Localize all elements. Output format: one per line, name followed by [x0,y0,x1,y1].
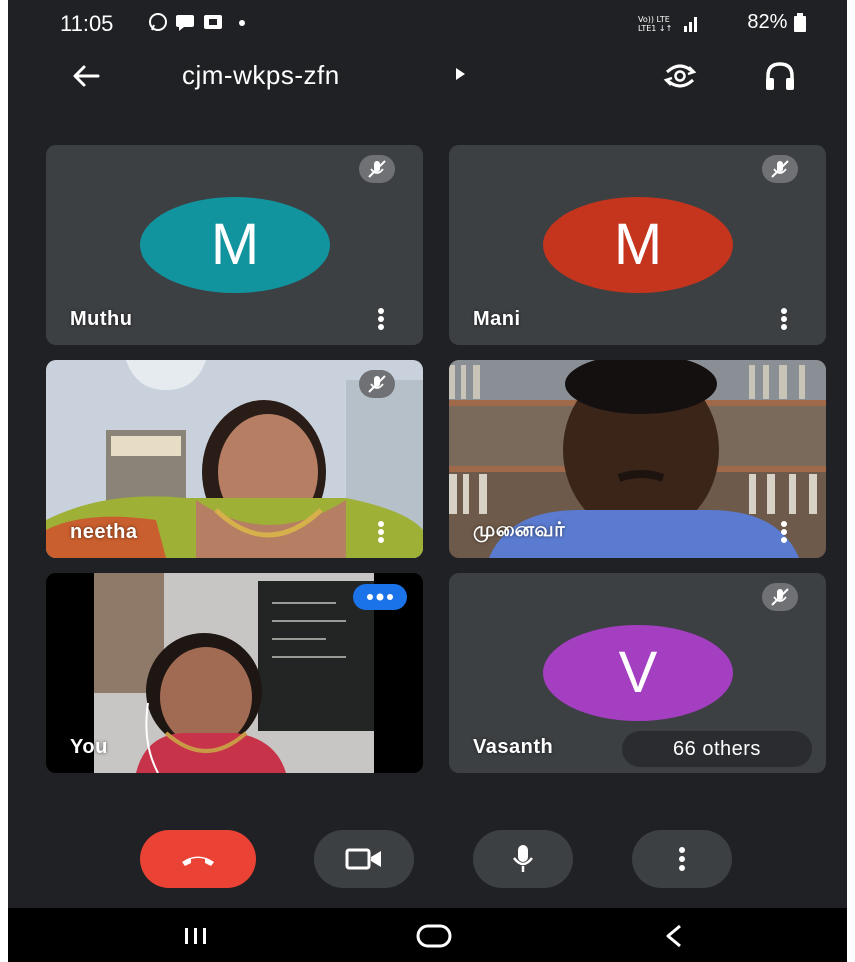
media-icon [204,15,222,29]
participant-tile-you[interactable]: You [46,573,423,773]
participant-name: neetha [70,521,138,543]
participant-name: Muthu [70,308,133,330]
avatar: V [543,625,733,721]
avatar: M [140,197,330,293]
svg-text:LTE1 ↓↑: LTE1 ↓↑ [638,24,672,33]
muted-mic-icon [762,583,798,611]
recent-apps-icon[interactable] [176,924,216,948]
meeting-code[interactable]: cjm-wkps-zfn [182,60,340,91]
participant-tile-munaivar[interactable]: முனைவர் [449,360,826,558]
headphones-icon[interactable] [758,54,802,98]
dot-icon [239,20,245,26]
participant-name: You [70,736,108,758]
more-vert-icon[interactable] [373,520,389,544]
more-options-button[interactable] [632,830,732,888]
participant-tile-mani[interactable]: M Mani [449,145,826,345]
back-icon[interactable] [660,922,690,950]
whatsapp-icon [149,13,167,31]
android-nav-bar [8,908,847,962]
flip-camera-icon[interactable] [658,54,702,98]
more-vert-icon[interactable] [373,307,389,331]
meeting-header: cjm-wkps-zfn [8,48,847,104]
more-vert-icon [679,847,685,871]
notification-icons [148,11,268,38]
more-vert-icon[interactable] [776,520,792,544]
participant-tile-muthu[interactable]: M Muthu [46,145,423,345]
participant-name: Vasanth [473,736,554,758]
meeting-info-caret-icon[interactable] [456,68,465,80]
end-call-icon [182,856,214,866]
svg-text:Vo)) LTE: Vo)) LTE [638,15,670,24]
participant-name: Mani [473,308,521,330]
camera-toggle-button[interactable] [314,830,414,888]
back-arrow-icon[interactable] [64,54,108,98]
battery-percent: 82% [747,11,788,33]
status-bar: 11:05 Vo)) LTE LTE1 ↓↑ 82% [8,0,847,44]
status-time: 11:05 [60,11,114,36]
signal-icon [683,16,697,32]
microphone-toggle-button[interactable] [473,830,573,888]
muted-mic-icon [359,155,395,183]
status-right: Vo)) LTE LTE1 ↓↑ 82% [638,11,807,34]
others-count-chip[interactable]: 66 others [622,731,812,767]
muted-mic-icon [359,370,395,398]
home-icon[interactable] [414,922,454,950]
call-controls [8,830,847,900]
lte-icon: Vo)) LTELTE1 ↓↑ [638,15,672,33]
participant-tile-neetha[interactable]: neetha [46,360,423,558]
end-call-button[interactable] [140,830,256,888]
microphone-icon [513,845,533,872]
camera-icon [345,848,381,870]
message-icon [176,15,194,31]
participant-name: முனைவர் [473,519,566,541]
meet-screen: 11:05 Vo)) LTELTE1 ↓↑ 82% cjm-wkps-zfn [8,0,847,962]
battery-icon [794,12,806,32]
more-vert-icon[interactable] [776,307,792,331]
speaking-indicator-icon [353,584,407,610]
muted-mic-icon [762,155,798,183]
participant-tile-vasanth[interactable]: V Vasanth 66 others [449,573,826,773]
avatar: M [543,197,733,293]
